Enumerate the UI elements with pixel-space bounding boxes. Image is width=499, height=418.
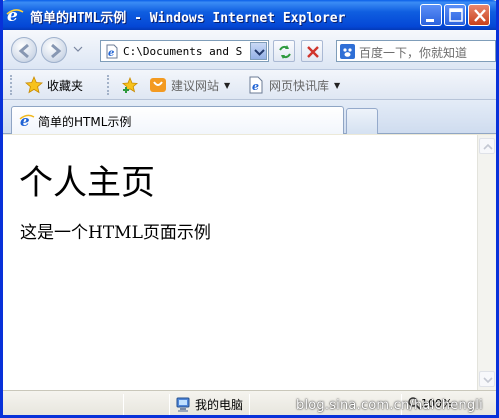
favorites-bar: 收藏夹 建议网站 ▼ e 网页快讯库 ▼ xyxy=(3,70,496,100)
minimize-icon xyxy=(426,19,434,22)
status-divider xyxy=(123,394,124,415)
close-button[interactable] xyxy=(468,4,490,26)
chevron-up-icon xyxy=(483,143,493,150)
status-divider xyxy=(249,394,250,415)
page-viewport[interactable]: 个人主页 这是一个HTML页面示例 xyxy=(3,135,477,390)
svg-text:e: e xyxy=(7,6,18,24)
new-tab-button[interactable] xyxy=(346,108,378,134)
watermark: blog.sina.com.cn/haichengli xyxy=(296,398,483,413)
minimize-button[interactable] xyxy=(420,4,442,26)
svg-text:e: e xyxy=(252,80,259,93)
stop-button[interactable] xyxy=(301,40,323,62)
close-icon xyxy=(474,9,486,22)
vertical-scrollbar[interactable] xyxy=(477,135,496,390)
tab-bar: e 简单的HTML示例 xyxy=(3,100,496,134)
toolbar-grip xyxy=(107,75,109,95)
title-bar[interactable]: e 简单的HTML示例 - Windows Internet Explorer xyxy=(3,0,496,30)
web-slice-icon: e xyxy=(249,76,263,94)
ie-icon: e xyxy=(6,6,24,26)
my-computer-icon xyxy=(176,397,190,412)
web-slice-gallery-link[interactable]: e 网页快讯库 ▼ xyxy=(247,76,340,94)
toolbar-grip[interactable] xyxy=(10,75,12,95)
chevron-down-icon: ▼ xyxy=(334,80,341,90)
recent-pages-dropdown[interactable] xyxy=(73,43,83,53)
status-divider xyxy=(169,394,170,415)
tab-label: 简单的HTML示例 xyxy=(38,115,132,129)
page-paragraph: 这是一个HTML页面示例 xyxy=(20,223,211,243)
chevron-down-icon xyxy=(483,377,493,384)
address-input[interactable]: C:\Documents and S xyxy=(123,45,249,58)
chevron-down-icon xyxy=(73,46,83,52)
forward-button[interactable] xyxy=(41,37,67,63)
chevron-down-icon: ▼ xyxy=(224,80,231,90)
favorites-label: 收藏夹 xyxy=(47,78,84,93)
page-heading: 个人主页 xyxy=(19,163,155,203)
web-slice-label: 网页快讯库 xyxy=(269,78,330,93)
search-box[interactable]: 百度一下，你就知道 xyxy=(336,40,496,62)
add-favorite-star-icon xyxy=(121,76,139,93)
security-zone[interactable]: 我的电脑 xyxy=(175,396,243,413)
scroll-up-button[interactable] xyxy=(479,138,495,154)
forward-arrow-icon xyxy=(51,43,62,59)
svg-text:e: e xyxy=(108,48,114,59)
suggested-sites-label: 建议网站 xyxy=(171,78,220,93)
baidu-search-icon xyxy=(340,44,355,59)
zone-label: 我的电脑 xyxy=(195,398,244,412)
address-toolbar: e C:\Documents and S 百度一下，你就知道 xyxy=(3,30,496,70)
suggested-sites-icon xyxy=(150,78,166,92)
maximize-button[interactable] xyxy=(444,4,466,26)
chevron-down-icon xyxy=(254,49,265,56)
svg-text:e: e xyxy=(20,112,30,128)
address-dropdown-button[interactable] xyxy=(250,42,267,60)
back-button[interactable] xyxy=(11,37,37,63)
ie-window: e 简单的HTML示例 - Windows Internet Explorer … xyxy=(0,0,499,418)
star-icon xyxy=(25,76,43,94)
favorites-button[interactable]: 收藏夹 xyxy=(25,76,83,94)
ie-icon: e xyxy=(19,112,35,130)
add-favorite-button[interactable] xyxy=(121,76,139,94)
address-bar[interactable]: e C:\Documents and S xyxy=(100,40,269,62)
refresh-icon xyxy=(279,45,291,59)
search-input[interactable]: 百度一下，你就知道 xyxy=(359,44,467,61)
window-title: 简单的HTML示例 - Windows Internet Explorer xyxy=(30,11,346,26)
back-arrow-icon xyxy=(18,43,29,59)
tab-simple-html-example[interactable]: e 简单的HTML示例 xyxy=(11,106,344,134)
scroll-down-button[interactable] xyxy=(479,371,495,387)
page-icon: e xyxy=(104,44,119,59)
refresh-button[interactable] xyxy=(273,40,295,62)
maximize-icon xyxy=(449,8,463,22)
stop-icon xyxy=(307,46,319,58)
suggested-sites-link[interactable]: 建议网站 ▼ xyxy=(149,76,230,94)
